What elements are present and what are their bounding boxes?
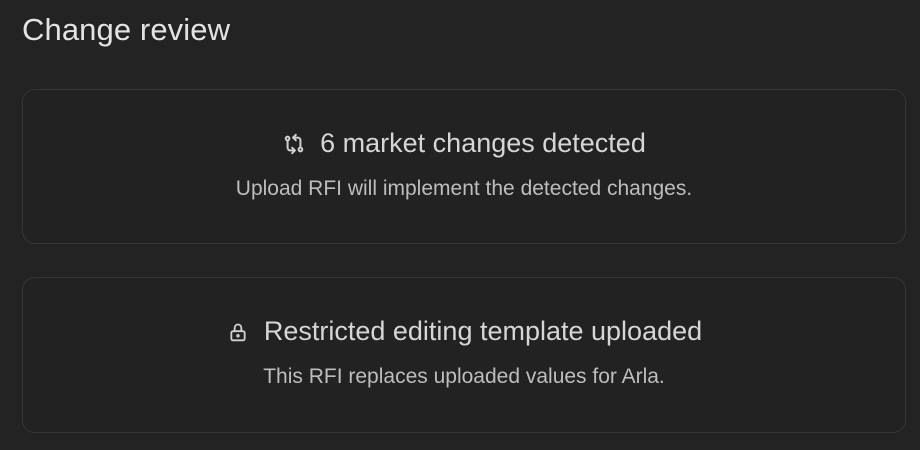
- card-description: This RFI replaces uploaded values for Ar…: [263, 365, 665, 388]
- compare-arrows-icon: [282, 132, 306, 156]
- market-changes-card: 6 market changes detected Upload RFI wil…: [22, 89, 906, 244]
- card-heading-text: 6 market changes detected: [320, 128, 646, 158]
- lock-icon: [226, 320, 250, 344]
- card-heading: Restricted editing template uploaded: [23, 316, 905, 347]
- restricted-template-card: Restricted editing template uploaded Thi…: [22, 277, 906, 433]
- change-review-panel: Change review 6 market changes detected …: [0, 0, 920, 450]
- card-description: Upload RFI will implement the detected c…: [235, 177, 693, 200]
- card-heading: 6 market changes detected: [23, 128, 905, 159]
- card-heading-text: Restricted editing template uploaded: [263, 316, 703, 346]
- page-title: Change review: [22, 12, 231, 47]
